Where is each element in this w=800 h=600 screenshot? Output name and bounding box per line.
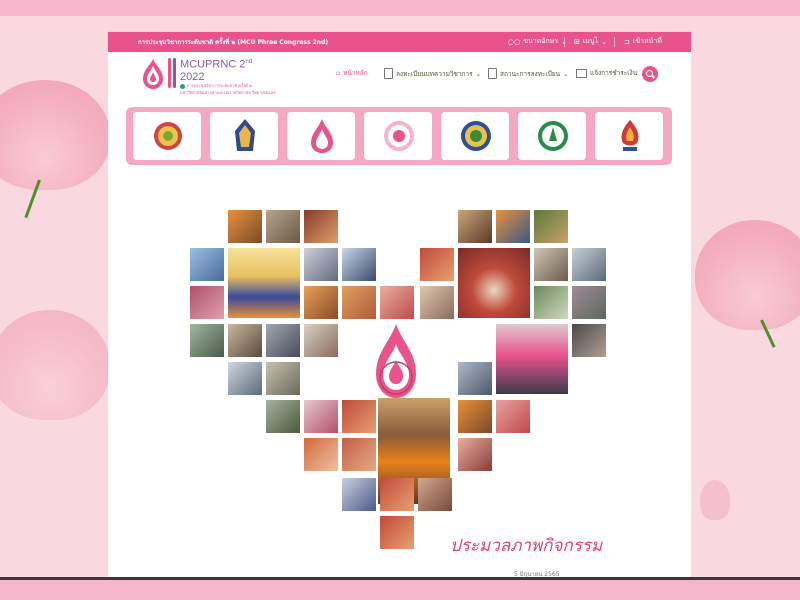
activity-photo[interactable] <box>190 248 224 281</box>
divider <box>564 37 565 47</box>
document-icon <box>488 68 497 79</box>
partner-seal-icon <box>621 120 639 151</box>
activity-photo[interactable] <box>304 248 338 281</box>
activity-photo[interactable] <box>534 210 568 243</box>
conference-title: การประชุมวิชาการระดับชาติ ครั้งที่ ๒ (MC… <box>138 39 329 46</box>
activity-photo[interactable] <box>266 324 300 357</box>
conference-emblem-icon <box>376 324 416 398</box>
activity-photo[interactable] <box>380 516 414 549</box>
activity-photo[interactable] <box>342 478 376 511</box>
lotus-decoration-left-top <box>0 80 110 190</box>
nav-home[interactable]: ⌂ หน้าหลัก <box>336 68 368 78</box>
activity-gallery-title[interactable]: ประมวลภาพกิจกรรม <box>450 532 602 559</box>
partner-seal-icon <box>154 122 182 150</box>
activity-photo[interactable] <box>266 210 300 243</box>
activity-photo[interactable] <box>304 210 338 243</box>
activity-date: 5 มิถุนายน 2565 <box>514 571 560 577</box>
activity-photo[interactable] <box>380 478 414 511</box>
window-bottom-border <box>0 580 800 600</box>
activity-photo[interactable] <box>228 210 262 243</box>
partner-seal-icon <box>235 119 255 151</box>
activity-photo[interactable] <box>342 438 376 471</box>
activity-photo[interactable] <box>190 324 224 357</box>
top-bar: การประชุมวิชาการระดับชาติ ครั้งที่ ๒ (MC… <box>108 32 691 52</box>
activity-photo[interactable] <box>572 286 606 319</box>
green-dot-icon <box>180 83 185 89</box>
chevron-down-icon: ⌄ <box>475 69 482 78</box>
activity-photo[interactable] <box>304 286 338 319</box>
activity-photo[interactable] <box>458 362 492 395</box>
document-icon <box>384 68 393 79</box>
partner-logo-4[interactable] <box>364 112 432 160</box>
window-top-border <box>0 0 800 16</box>
activity-photo[interactable] <box>266 400 300 433</box>
activity-photo[interactable] <box>380 286 414 319</box>
activity-photo[interactable] <box>420 248 454 281</box>
activity-photo[interactable] <box>304 400 338 433</box>
activity-photo[interactable] <box>342 248 376 281</box>
activity-photo[interactable] <box>572 248 606 281</box>
partner-logo-2[interactable] <box>210 112 278 160</box>
activity-photo[interactable] <box>534 248 568 281</box>
activity-photo[interactable] <box>572 324 606 357</box>
activity-photo[interactable] <box>418 478 452 511</box>
nav-payment[interactable]: แจ้งการชำระเงิน <box>576 68 637 78</box>
sitemap-icon: ⊞ <box>574 37 580 46</box>
nav-register-paper[interactable]: ลงทะเบียนบทความวิชาการ ⌄ <box>384 68 481 79</box>
lotus-decoration-left-bottom <box>0 310 110 420</box>
activity-photo[interactable] <box>458 438 492 471</box>
language-menu[interactable]: ⊞ เมนูไ ⌄ <box>574 36 607 47</box>
home-icon: ⌂ <box>336 69 341 77</box>
partner-logo-1[interactable] <box>133 112 201 160</box>
chevron-down-icon: ⌄ <box>563 69 569 78</box>
activity-photo[interactable] <box>266 362 300 395</box>
lotus-decoration-right <box>695 220 800 330</box>
search-button[interactable] <box>642 66 658 82</box>
payment-icon <box>576 68 587 78</box>
activity-photo[interactable] <box>190 286 224 319</box>
activity-photo[interactable] <box>534 286 568 319</box>
activity-photo[interactable] <box>228 324 262 357</box>
university-emblem-icon[interactable] <box>140 58 166 90</box>
activity-photo[interactable] <box>496 210 530 243</box>
partner-logo-6[interactable] <box>518 112 586 160</box>
site-logo-subtitle: การประชุมวิชาการระดับชาติ ครั้งที่ ๒ มหา… <box>180 83 276 95</box>
activity-photo-group[interactable] <box>496 324 568 394</box>
activity-photo[interactable] <box>420 286 454 319</box>
partner-seal-icon <box>461 121 491 151</box>
partner-seal-icon <box>311 119 333 153</box>
activity-photo[interactable] <box>228 362 262 395</box>
partner-seal-icon <box>538 121 568 151</box>
activity-photo[interactable] <box>304 324 338 357</box>
website-page: การประชุมวิชาการระดับชาติ ครั้งที่ ๒ (MC… <box>108 32 691 577</box>
login-icon: ⊐ <box>624 37 630 46</box>
activity-photo[interactable] <box>342 400 376 433</box>
partner-logo-3[interactable] <box>287 112 355 160</box>
activity-photo[interactable] <box>458 210 492 243</box>
login-link[interactable]: ⊐ เข้าหน้าที่ <box>624 36 662 47</box>
activity-photo[interactable] <box>304 438 338 471</box>
nav-registration-status[interactable]: สถานะการลงทะเบียน ⌄ <box>488 68 569 79</box>
chevron-down-icon: ⌄ <box>601 37 608 46</box>
site-logo-title[interactable]: MCUPRNC 2nd 2022 <box>180 56 252 83</box>
activity-photo-group[interactable] <box>228 248 300 318</box>
activity-photo[interactable] <box>458 400 492 433</box>
partner-seal-icon <box>384 121 414 151</box>
activity-photo-hall[interactable] <box>458 248 530 318</box>
divider <box>614 37 615 47</box>
partner-logo-5[interactable] <box>441 112 509 160</box>
activity-photo[interactable] <box>496 400 530 433</box>
partner-logo-7[interactable] <box>595 112 663 160</box>
logo-bars <box>168 58 176 88</box>
font-size-icon: ○○ <box>508 37 521 46</box>
activity-photo[interactable] <box>342 286 376 319</box>
font-size-control[interactable]: ○○ ขนาดอักษร ⌄ <box>508 36 567 47</box>
lotus-bud-decoration <box>700 480 730 520</box>
partner-logos-bar <box>126 107 672 165</box>
site-header: MCUPRNC 2nd 2022 การประชุมวิชาการระดับชา… <box>108 52 691 104</box>
